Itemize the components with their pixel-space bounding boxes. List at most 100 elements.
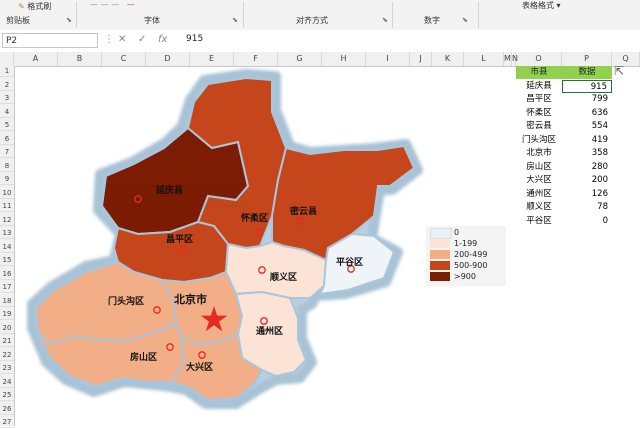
map-label-beijing: 北京市 — [174, 292, 207, 306]
column-header[interactable]: J — [410, 52, 432, 66]
table-cell-value[interactable]: 78 — [562, 201, 612, 214]
row-header[interactable]: 21 — [0, 336, 14, 347]
column-header[interactable]: I — [366, 52, 410, 66]
row-header[interactable]: 25 — [0, 390, 14, 401]
confirm-icon[interactable]: ✓ — [138, 34, 146, 45]
column-header[interactable]: H — [322, 52, 366, 66]
legend-swatch-1 — [430, 239, 450, 248]
table-cell-name[interactable]: 大兴区 — [516, 174, 562, 187]
insert-function-icon[interactable]: fx — [158, 34, 167, 45]
map-label-yanqing: 延庆县 — [155, 184, 183, 196]
legend-swatch-4 — [430, 272, 450, 281]
table-cell-name[interactable]: 北京市 — [516, 147, 562, 160]
map-label-changping: 昌平区 — [166, 234, 193, 245]
row-header[interactable]: 20 — [0, 323, 14, 334]
row-header[interactable]: 5 — [0, 120, 14, 131]
row-header[interactable]: 15 — [0, 255, 14, 266]
row-header[interactable]: 14 — [0, 242, 14, 253]
column-header[interactable]: L — [464, 52, 504, 66]
table-cell-name[interactable]: 平谷区 — [516, 215, 562, 228]
row-header[interactable]: 8 — [0, 161, 14, 172]
formula-input[interactable]: 915 — [186, 34, 203, 44]
map-legend: 0 1-199 200-499 500-900 >900 — [426, 226, 506, 286]
column-header[interactable]: O — [516, 52, 562, 66]
row-header[interactable]: 1 — [0, 66, 14, 77]
table-cell-value[interactable]: 200 — [562, 174, 612, 187]
table-cell-name[interactable]: 通州区 — [516, 188, 562, 201]
row-header[interactable]: 22 — [0, 350, 14, 361]
row-header[interactable]: 10 — [0, 188, 14, 199]
table-cell-value[interactable]: 126 — [562, 188, 612, 201]
map-label-pinggu: 平谷区 — [336, 256, 363, 268]
format-painter-button[interactable]: ✎ 格式刷 — [18, 1, 51, 12]
map-label-miyun: 密云县 — [289, 205, 317, 217]
table-cell-value[interactable]: 554 — [562, 120, 612, 133]
font-toolbar-icons[interactable]: — — — — — [90, 0, 135, 9]
row-header[interactable]: 7 — [0, 147, 14, 158]
dialog-launcher-icon[interactable]: ⬊ — [66, 16, 72, 24]
table-cell-value[interactable]: 799 — [562, 93, 612, 106]
table-cell-value-selected[interactable]: 915 — [562, 79, 612, 93]
legend-label: 1-199 — [454, 239, 478, 248]
dialog-launcher-icon[interactable]: ⬊ — [382, 16, 388, 24]
beijing-choropleth-map[interactable]: 延庆县 怀柔区 密云县 昌平区 顺义区 平谷区 门头沟区 北京市 通州区 房山区… — [14, 66, 494, 426]
row-header[interactable]: 16 — [0, 269, 14, 280]
map-label-mentougou: 门头沟区 — [108, 295, 144, 307]
row-header[interactable]: 23 — [0, 363, 14, 374]
table-cell-name[interactable]: 延庆县 — [516, 80, 562, 93]
row-header[interactable]: 26 — [0, 404, 14, 415]
table-header-county[interactable]: 市县 — [516, 66, 562, 79]
row-header[interactable]: 13 — [0, 228, 14, 239]
row-header[interactable]: 18 — [0, 296, 14, 307]
table-cell-name[interactable]: 门头沟区 — [516, 134, 562, 147]
column-header[interactable]: B — [58, 52, 102, 66]
column-header[interactable]: E — [190, 52, 234, 66]
legend-label: 200-499 — [454, 250, 488, 259]
dialog-launcher-icon[interactable]: ⬊ — [462, 16, 468, 24]
row-header[interactable]: 17 — [0, 282, 14, 293]
name-box[interactable]: P2 — [2, 33, 98, 48]
row-header[interactable]: 19 — [0, 309, 14, 320]
column-header[interactable]: D — [146, 52, 190, 66]
row-header[interactable]: 4 — [0, 107, 14, 118]
clipboard-group-label: 剪贴板 — [6, 16, 30, 25]
table-cell-name[interactable]: 昌平区 — [516, 93, 562, 106]
row-header[interactable]: 2 — [0, 80, 14, 91]
table-cell-name[interactable]: 房山区 — [516, 161, 562, 174]
table-cell-name[interactable]: 密云县 — [516, 120, 562, 133]
column-header[interactable]: C — [102, 52, 146, 66]
dialog-launcher-icon[interactable]: ⬊ — [232, 16, 238, 24]
column-header[interactable]: K — [432, 52, 464, 66]
legend-label: >900 — [454, 272, 476, 281]
table-cell-value[interactable]: 358 — [562, 147, 612, 160]
table-cell-name[interactable]: 怀柔区 — [516, 107, 562, 120]
row-headers: 1 2 3 4 5 6 7 8 9 10 11 12 13 14 15 16 1… — [0, 66, 15, 428]
table-cell-name[interactable]: 顺义区 — [516, 201, 562, 214]
legend-swatch-0 — [430, 228, 452, 239]
column-header[interactable]: G — [278, 52, 322, 66]
map-label-shunyi: 顺义区 — [270, 271, 297, 283]
column-header[interactable]: A — [14, 52, 58, 66]
column-header[interactable]: P — [562, 52, 612, 66]
row-header[interactable]: 6 — [0, 134, 14, 145]
cancel-icon[interactable]: ✕ — [118, 34, 126, 45]
legend-label: 0 — [454, 228, 460, 237]
column-header[interactable]: M — [504, 52, 512, 66]
table-header-data[interactable]: 数据 — [562, 66, 612, 79]
row-header[interactable]: 3 — [0, 93, 14, 104]
table-format-button[interactable]: 表格格式 ▾ — [522, 0, 561, 11]
row-header[interactable]: 12 — [0, 215, 14, 226]
map-label-fangshan: 房山区 — [130, 351, 157, 363]
table-cell-value[interactable]: 419 — [562, 134, 612, 147]
row-header[interactable]: 24 — [0, 377, 14, 388]
mouse-cursor-icon: ⇱ — [614, 64, 625, 78]
row-header[interactable]: 9 — [0, 174, 14, 185]
row-header[interactable]: 11 — [0, 201, 14, 212]
table-cell-value[interactable]: 636 — [562, 107, 612, 120]
select-all-corner[interactable] — [0, 52, 14, 66]
table-cell-value[interactable]: 0 — [562, 215, 612, 228]
table-cell-value[interactable]: 280 — [562, 161, 612, 174]
map-label-huairou: 怀柔区 — [241, 212, 268, 224]
row-header[interactable]: 27 — [0, 417, 14, 428]
column-header[interactable]: F — [234, 52, 278, 66]
